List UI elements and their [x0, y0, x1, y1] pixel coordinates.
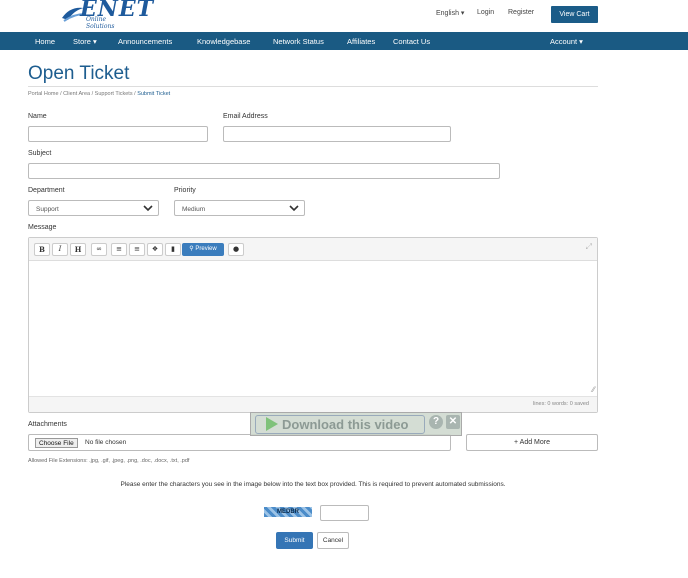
nav-item-affiliates[interactable]: Affiliates: [347, 37, 375, 46]
unordered-list-icon[interactable]: ≡: [111, 243, 127, 256]
attachments-label: Attachments: [28, 421, 67, 428]
name-field[interactable]: [28, 126, 208, 142]
name-label: Name: [28, 113, 47, 120]
language-selector[interactable]: English ▾: [436, 9, 464, 17]
resize-handle-icon[interactable]: ∕∕: [592, 385, 595, 394]
email-label: Email Address: [223, 113, 268, 120]
editor-statusbar: lines: 0 words: 0 saved: [29, 396, 597, 412]
top-bar: ENET Online Solutions English ▾ Login Re…: [0, 0, 688, 32]
submit-button[interactable]: Submit: [276, 532, 313, 549]
breadcrumb-item[interactable]: Support Tickets: [95, 91, 133, 97]
download-video-text: Download this video: [282, 417, 409, 432]
page-title: Open Ticket: [28, 63, 130, 84]
fullscreen-icon[interactable]: ⤢: [586, 242, 592, 252]
quote-icon[interactable]: ▮: [165, 243, 181, 256]
breadcrumb-item[interactable]: Portal Home: [28, 91, 59, 97]
attachment-input[interactable]: Choose File No file chosen: [28, 434, 451, 451]
main-nav: Home Store ▾ Announcements Knowledgebase…: [0, 32, 688, 50]
help-icon[interactable]: ?: [429, 415, 443, 429]
login-link[interactable]: Login: [477, 9, 494, 16]
breadcrumb-current: Submit Ticket: [137, 91, 171, 97]
help-icon[interactable]: ●: [228, 243, 244, 256]
message-label: Message: [28, 224, 57, 231]
preview-label: Preview: [195, 246, 217, 252]
chevron-down-icon: [289, 205, 299, 212]
title-divider: [28, 86, 598, 87]
nav-item-knowledgebase[interactable]: Knowledgebase: [197, 37, 250, 46]
email-field[interactable]: [223, 126, 451, 142]
subject-field[interactable]: [28, 163, 500, 179]
bold-icon[interactable]: B: [34, 243, 50, 256]
breadcrumb: Portal Home / Client Area / Support Tick…: [28, 91, 171, 97]
priority-label: Priority: [174, 187, 196, 194]
breadcrumb-item[interactable]: Client Area: [63, 91, 90, 97]
nav-item-home[interactable]: Home: [35, 37, 55, 46]
nav-item-announcements[interactable]: Announcements: [118, 37, 172, 46]
nav-item-contact-us[interactable]: Contact Us: [393, 37, 430, 46]
department-value: Support: [36, 206, 59, 213]
allowed-extensions: Allowed File Extensions: .jpg, .gif, .jp…: [28, 458, 190, 464]
register-link[interactable]: Register: [508, 9, 534, 16]
nav-item-store[interactable]: Store ▾: [73, 37, 97, 46]
preview-button[interactable]: ⚲ Preview: [182, 243, 224, 256]
code-icon[interactable]: ❖: [147, 243, 163, 256]
link-icon[interactable]: ∞: [91, 243, 107, 256]
subject-label: Subject: [28, 150, 52, 157]
add-more-button[interactable]: + Add More: [466, 434, 598, 451]
choose-file-button[interactable]: Choose File: [35, 438, 78, 448]
captcha-image: MEDBR: [264, 507, 312, 517]
ordered-list-icon[interactable]: ≡: [129, 243, 145, 256]
captcha-instructions: Please enter the characters you see in t…: [120, 481, 506, 488]
nav-item-network-status[interactable]: Network Status: [273, 37, 324, 46]
nav-item-account[interactable]: Account ▾: [550, 37, 583, 46]
captcha-input[interactable]: [320, 505, 369, 521]
editor-toolbar: B I H ∞ ≡ ≡ ❖ ▮ ⚲ Preview ● ⤢: [29, 238, 597, 261]
chevron-down-icon: [143, 205, 153, 212]
department-select[interactable]: Support: [28, 200, 159, 216]
heading-icon[interactable]: H: [70, 243, 86, 256]
priority-value: Medium: [182, 206, 206, 213]
play-icon: [266, 417, 278, 431]
editor-status: lines: 0 words: 0 saved: [533, 401, 589, 407]
message-editor[interactable]: B I H ∞ ≡ ≡ ❖ ▮ ⚲ Preview ● ⤢ ∕∕ lines: …: [28, 237, 598, 413]
cancel-button[interactable]: Cancel: [317, 532, 349, 549]
download-video-overlay[interactable]: Download this video ? ✕: [250, 412, 462, 436]
view-cart-button[interactable]: View Cart: [551, 6, 598, 23]
italic-icon[interactable]: I: [52, 243, 68, 256]
department-label: Department: [28, 187, 65, 194]
close-icon[interactable]: ✕: [446, 415, 460, 429]
no-file-text: No file chosen: [85, 439, 127, 446]
priority-select[interactable]: Medium: [174, 200, 305, 216]
logo-tagline: Online Solutions: [86, 16, 115, 30]
site-logo[interactable]: ENET Online Solutions: [30, 0, 153, 30]
